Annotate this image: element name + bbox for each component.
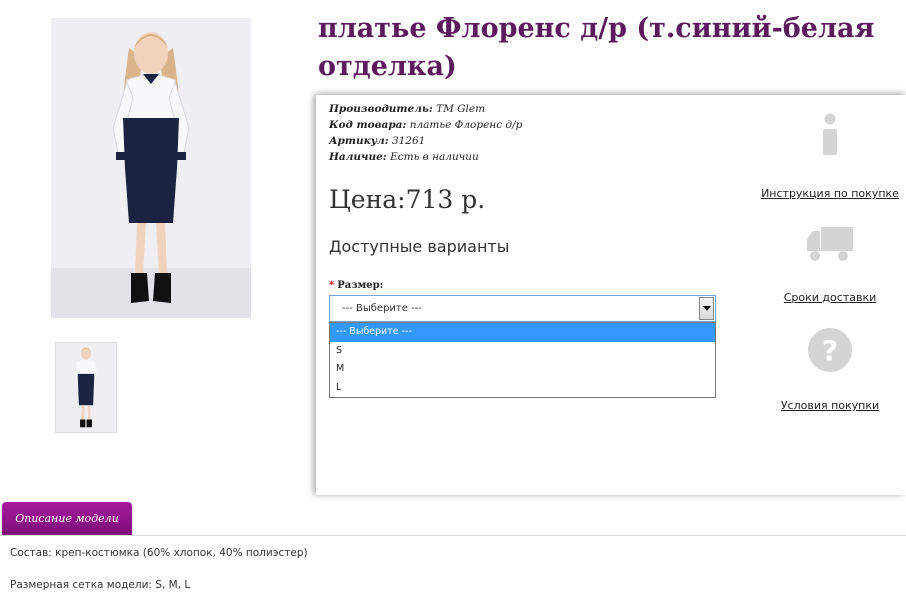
purchase-instructions[interactable]: Инструкция по покупке xyxy=(750,113,906,200)
product-main-image[interactable] xyxy=(51,18,251,318)
purchase-instructions-link[interactable]: Инструкция по покупке xyxy=(750,187,906,200)
triangle-down-icon xyxy=(702,305,711,311)
purchase-conditions[interactable]: ? Условия покупки xyxy=(750,327,906,412)
size-options-list: --- Выберите --- S M L xyxy=(329,322,716,398)
size-option-placeholder[interactable]: --- Выберите --- xyxy=(330,323,715,342)
size-option-l[interactable]: L xyxy=(330,379,715,398)
meta-product-code: Код товара: платье Флоренс д/р xyxy=(329,119,523,131)
size-select-value: --- Выберите --- xyxy=(342,303,422,314)
product-price: Цена:713 р. xyxy=(329,185,486,214)
meta-availability: Наличие: Есть в наличии xyxy=(329,151,479,163)
tab-divider xyxy=(0,535,906,536)
question-icon: ? xyxy=(808,328,852,372)
size-select[interactable]: --- Выберите --- xyxy=(329,295,716,322)
description-sizes: Размерная сетка модели: S, M, L xyxy=(10,579,191,591)
size-option-m[interactable]: M xyxy=(330,360,715,379)
size-option-s[interactable]: S xyxy=(330,342,715,361)
select-dropdown-button[interactable] xyxy=(699,297,714,320)
meta-manufacturer: Производитель: TM Glem xyxy=(329,103,486,115)
dress-thumbnail-icon xyxy=(56,343,116,432)
tab-model-description[interactable]: Описание модели xyxy=(2,502,132,535)
required-mark: * xyxy=(329,280,335,291)
product-thumbnail[interactable] xyxy=(55,342,117,433)
svg-text:?: ? xyxy=(822,334,838,367)
truck-icon xyxy=(807,227,853,261)
product-meta: Производитель: TM Glem Код товара: плать… xyxy=(329,101,522,165)
delivery-terms[interactable]: Сроки доставки xyxy=(750,223,906,304)
dress-photo-icon xyxy=(51,18,251,318)
description-composition: Состав: креп-костюмка (60% хлопок, 40% п… xyxy=(10,547,308,559)
meta-article: Артикул: 31261 xyxy=(329,135,426,147)
size-label: * Размер: xyxy=(329,280,384,291)
purchase-conditions-link[interactable]: Условия покупки xyxy=(750,399,906,412)
product-title: платье Флоренс д/р (т.синий-белая отделк… xyxy=(318,13,875,82)
delivery-terms-link[interactable]: Сроки доставки xyxy=(750,291,906,304)
variants-heading: Доступные варианты xyxy=(329,237,510,256)
info-icon xyxy=(823,113,837,155)
product-info-box: Производитель: TM Glem Код товара: плать… xyxy=(316,95,906,495)
